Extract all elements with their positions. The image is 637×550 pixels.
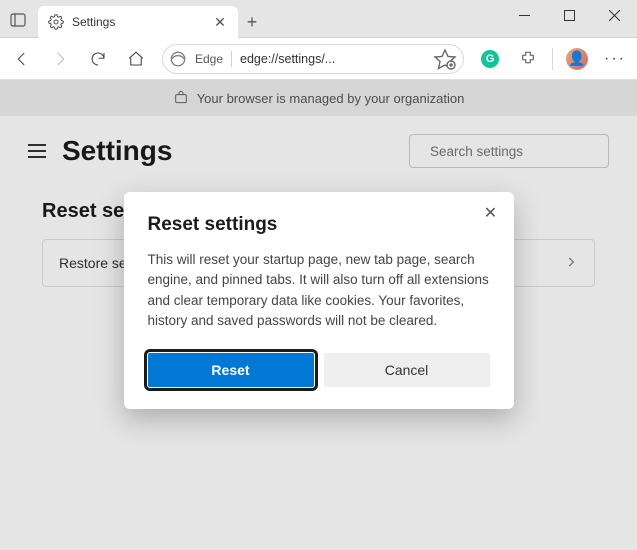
new-tab-button[interactable]: + (238, 6, 266, 38)
dialog-title: Reset settings (148, 214, 490, 236)
titlebar: Settings ✕ + (0, 0, 637, 38)
gear-icon (48, 14, 64, 30)
profile-avatar[interactable]: 👤 (559, 41, 595, 77)
browser-tab-settings[interactable]: Settings ✕ (38, 6, 238, 38)
maximize-button[interactable] (547, 0, 592, 30)
addressbar-separator (231, 51, 232, 67)
back-button[interactable] (4, 41, 40, 77)
grammarly-extension-icon[interactable]: G (472, 41, 508, 77)
dialog-close-button[interactable]: ✕ (482, 204, 500, 222)
forward-button[interactable] (42, 41, 78, 77)
toolbar: Edge edge://settings/... G 👤 ··· (0, 38, 637, 80)
tab-actions-icon[interactable] (6, 8, 30, 32)
address-bar[interactable]: Edge edge://settings/... (162, 44, 464, 74)
extensions-icon[interactable] (510, 41, 546, 77)
home-button[interactable] (118, 41, 154, 77)
reset-button[interactable]: Reset (148, 353, 314, 387)
refresh-button[interactable] (80, 41, 116, 77)
close-tab-icon[interactable]: ✕ (212, 14, 228, 30)
add-favorite-icon[interactable] (433, 47, 457, 71)
reset-settings-dialog: ✕ Reset settings This will reset your st… (124, 192, 514, 409)
dialog-body: This will reset your startup page, new t… (148, 250, 490, 331)
toolbar-separator (552, 48, 553, 70)
tab-title: Settings (72, 15, 212, 29)
minimize-button[interactable] (502, 0, 547, 30)
edge-logo-icon (169, 50, 187, 68)
addressbar-url: edge://settings/... (240, 52, 425, 66)
addressbar-browser-label: Edge (195, 52, 223, 66)
cancel-button[interactable]: Cancel (324, 353, 490, 387)
more-menu-button[interactable]: ··· (597, 41, 633, 77)
window-close-button[interactable] (592, 0, 637, 30)
